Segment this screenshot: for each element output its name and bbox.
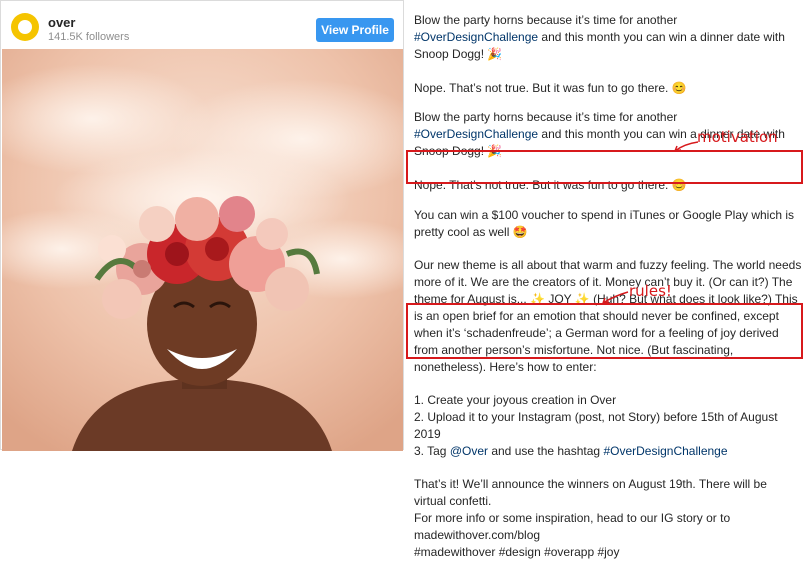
rule-item: 3. Tag @Over and use the hashtag #OverDe… [414, 443, 802, 460]
hashtag-link[interactable]: #OverDesignChallenge [414, 30, 538, 44]
rules-annotation: rules! [629, 282, 672, 300]
caption-paragraph: Blow the party horns because it’s time f… [414, 12, 802, 63]
motivation-paragraph: You can win a $100 voucher to spend in i… [414, 208, 795, 239]
rules-highlight-box [406, 303, 803, 359]
post-caption: Blow the party horns because it’s time f… [414, 12, 802, 561]
hashtag-link[interactable]: #OverDesignChallenge [603, 444, 727, 458]
view-profile-button[interactable]: View Profile [316, 18, 394, 42]
caption-text: and use the hashtag [488, 444, 604, 458]
rule-item: 2. Upload it to your Instagram (post, no… [414, 410, 778, 441]
post-image[interactable] [2, 49, 403, 451]
outro-paragraph: For more info or some inspiration, head … [414, 511, 731, 542]
follower-count: 141.5K followers [48, 31, 130, 43]
rule-item: 1. Create your joyous creation in Over [414, 393, 617, 407]
caption-text: Blow the party horns because it’s time f… [414, 110, 678, 124]
motivation-arrow-icon [674, 141, 699, 152]
mention-link[interactable]: @Over [450, 444, 488, 458]
hashtags[interactable]: #madewithover #design #overapp #joy [414, 544, 802, 561]
caption-text: Blow the party horns because it’s time f… [414, 13, 678, 27]
motivation-annotation: motivation [697, 128, 778, 146]
username[interactable]: over [48, 15, 75, 30]
post-card: over 141.5K followers View Profile [0, 0, 404, 451]
motivation-highlight-box [406, 150, 803, 184]
post-header: over 141.5K followers View Profile [1, 1, 403, 49]
avatar[interactable] [11, 13, 39, 41]
caption-text: 3. Tag [414, 444, 450, 458]
outro-paragraph: That’s it! We’ll announce the winners on… [414, 477, 767, 508]
hashtag-link[interactable]: #OverDesignChallenge [414, 127, 538, 141]
caption-paragraph: Nope. That’s not true. But it was fun to… [414, 81, 687, 95]
rules-arrow-icon [602, 291, 629, 304]
